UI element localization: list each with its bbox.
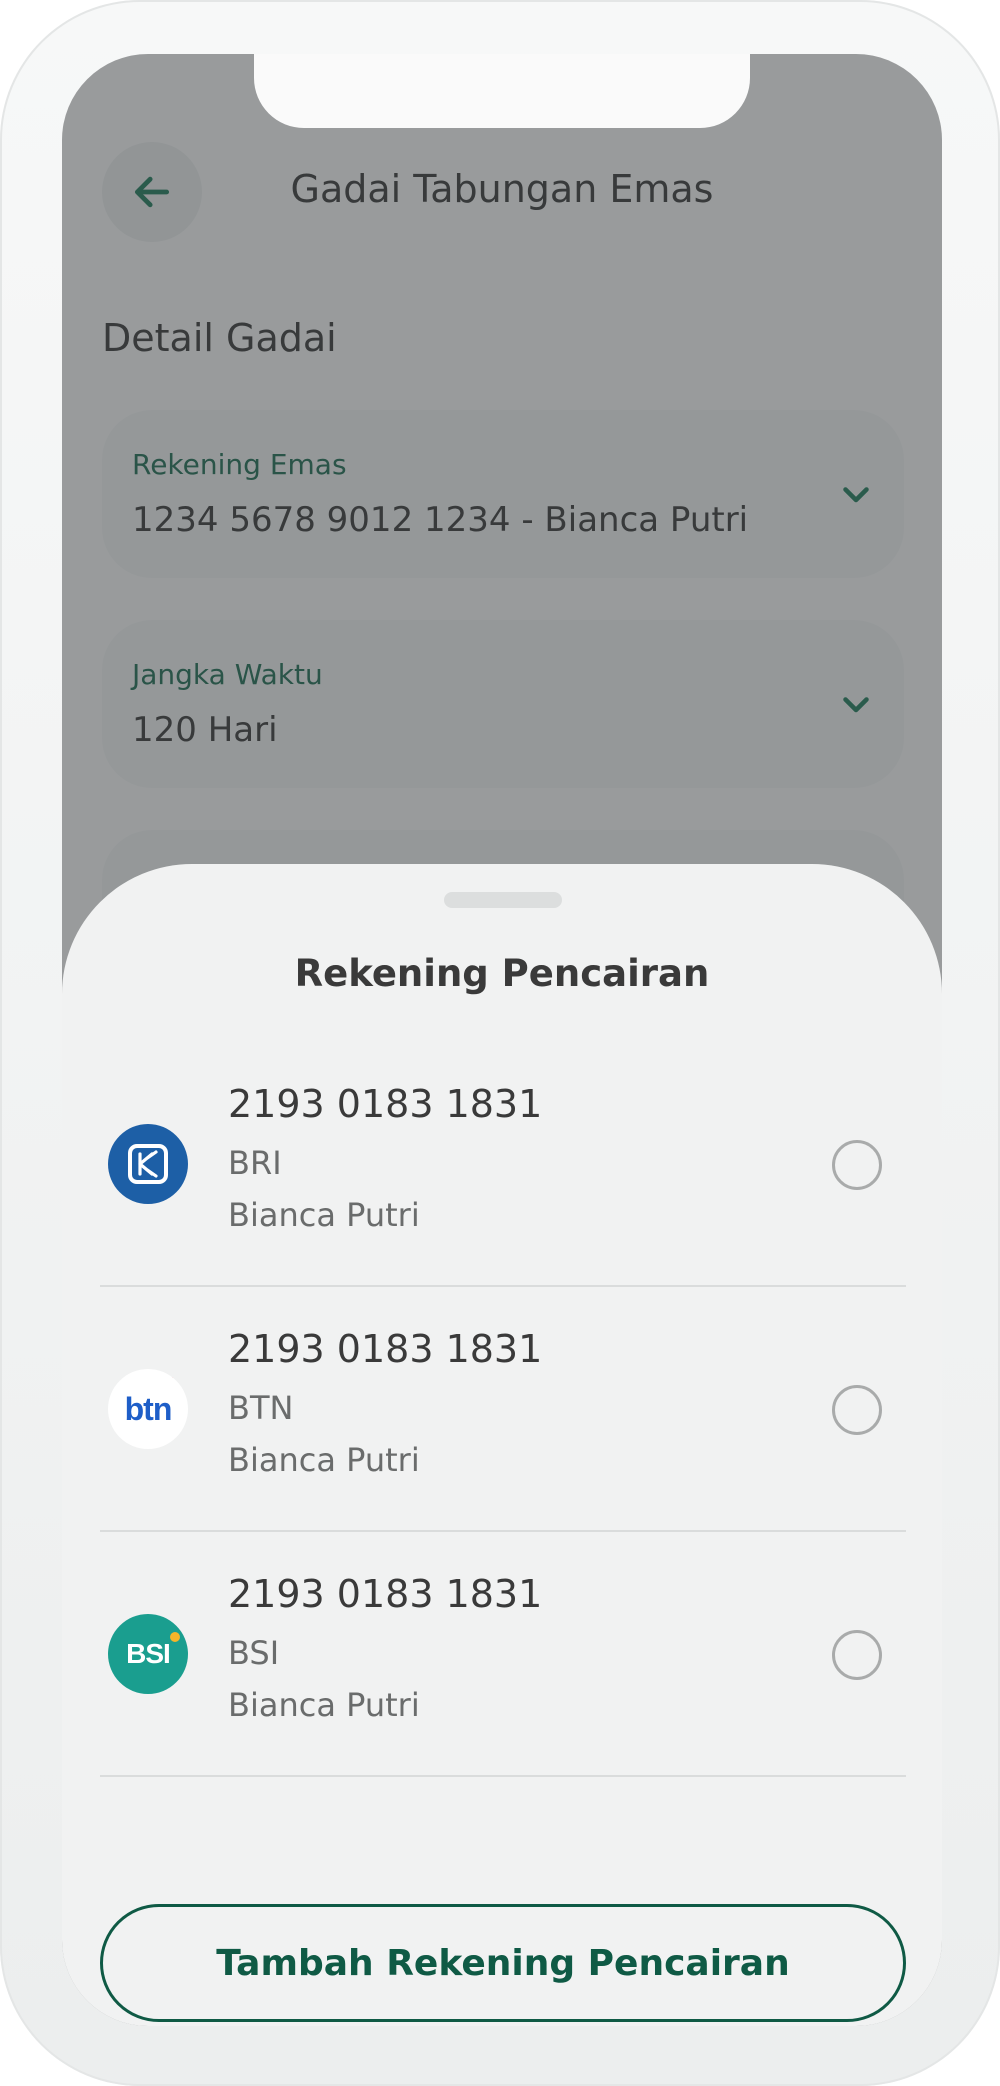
phone-frame: Gadai Tabungan Emas Detail Gadai Rekenin… — [0, 0, 1000, 2086]
sheet-drag-handle[interactable] — [444, 892, 562, 908]
bri-logo-mark — [128, 1144, 168, 1184]
add-account-button[interactable]: Tambah Rekening Pencairan — [100, 1904, 906, 2022]
account-item-bsi[interactable]: BSI 2193 0183 1831 BSI Bianca Putri — [100, 1532, 906, 1777]
bank-name: BRI — [228, 1144, 282, 1182]
account-holder: Bianca Putri — [228, 1441, 420, 1479]
account-item-bri[interactable]: 2193 0183 1831 BRI Bianca Putri — [100, 1042, 906, 1287]
account-item-btn[interactable]: btn 2193 0183 1831 BTN Bianca Putri — [100, 1287, 906, 1532]
account-radio[interactable] — [832, 1140, 882, 1190]
account-holder: Bianca Putri — [228, 1196, 420, 1234]
account-number: 2193 0183 1831 — [228, 1327, 543, 1371]
account-number: 2193 0183 1831 — [228, 1082, 543, 1126]
bsi-logo-icon: BSI — [108, 1614, 188, 1694]
screen: Gadai Tabungan Emas Detail Gadai Rekenin… — [62, 54, 942, 2026]
bottom-sheet: Rekening Pencairan 2193 0183 1831 BRI Bi… — [62, 864, 942, 2026]
bsi-logo-text: BSI — [126, 1632, 180, 1670]
account-list: 2193 0183 1831 BRI Bianca Putri btn 2193… — [100, 1042, 906, 1777]
bank-name: BSI — [228, 1634, 280, 1672]
account-number: 2193 0183 1831 — [228, 1572, 543, 1616]
btn-logo-text: btn — [124, 1390, 173, 1427]
bsi-logo-star — [169, 1632, 180, 1642]
sheet-title: Rekening Pencairan — [294, 952, 710, 995]
bri-logo-icon — [108, 1124, 188, 1204]
account-radio[interactable] — [832, 1385, 882, 1435]
account-radio[interactable] — [832, 1630, 882, 1680]
account-holder: Bianca Putri — [228, 1686, 420, 1724]
phone-notch — [254, 54, 750, 128]
bank-name: BTN — [228, 1389, 294, 1427]
btn-logo-icon: btn — [108, 1369, 188, 1449]
btn-logo-accent — [171, 1369, 188, 1378]
